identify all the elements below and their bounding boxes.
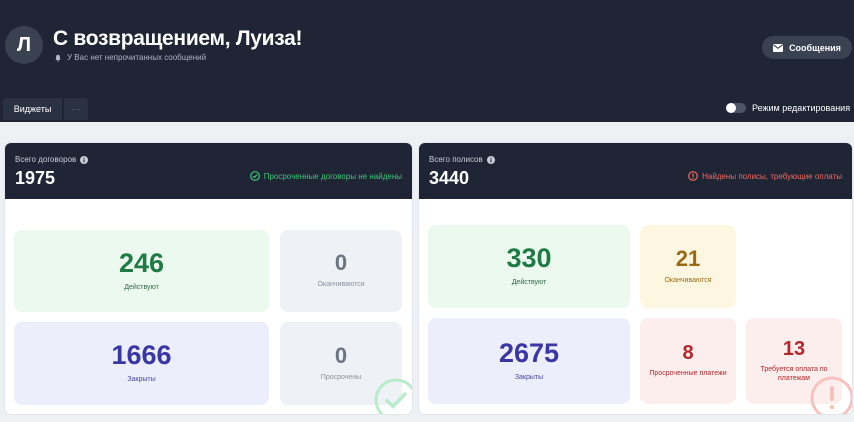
info-icon[interactable] [486, 155, 495, 164]
policies-status: Найдены полисы, требующие оплаты [688, 171, 842, 181]
alert-circle-icon [810, 376, 852, 414]
contracts-label: Всего договоров [15, 155, 89, 164]
card-value: 246 [118, 247, 165, 278]
messages-button-label: Сообщения [789, 42, 841, 53]
card-value: 8 [682, 342, 694, 365]
card-label: Просроченные платежи [649, 370, 727, 378]
card-value: 2675 [498, 337, 560, 368]
contracts-label-text: Всего договоров [15, 155, 77, 164]
avatar[interactable]: Л [5, 26, 43, 64]
contracts-closed-card[interactable]: 1666 Закрыты [14, 322, 269, 405]
top-bar: Л С возвращением, Луиза! У Вас нет непро… [0, 0, 854, 122]
policies-active-card[interactable]: 330 Действуют [428, 225, 630, 308]
card-value: 21 [675, 245, 701, 271]
contracts-active-card[interactable]: 246 Действуют [14, 230, 269, 312]
policies-widget: Всего полисов 3440 Найдены полисы, требу… [419, 143, 852, 414]
card-value: 330 [506, 243, 552, 274]
mail-icon [773, 43, 784, 52]
edit-mode-switch[interactable] [726, 103, 746, 113]
contracts-ending-card[interactable]: 0 Оканчиваются [280, 230, 402, 312]
card-label: Закрыты [514, 373, 544, 381]
policies-ending-card[interactable]: 21 Оканчиваются [640, 225, 736, 308]
check-circle-icon [249, 171, 260, 181]
contracts-total: 1975 [15, 168, 56, 188]
contracts-status-text: Просроченные договоры не найдены [263, 171, 402, 181]
contracts-widget: Всего договоров 1975 Просроченные догово… [5, 143, 412, 414]
info-icon[interactable] [80, 155, 89, 164]
tab-more[interactable]: ··· [64, 98, 88, 120]
contracts-header: Всего договоров 1975 Просроченные догово… [5, 143, 412, 199]
check-circle-icon [374, 378, 412, 414]
edit-mode-toggle[interactable]: Режим редактирования [726, 103, 850, 113]
card-label: Закрыты [127, 376, 156, 384]
policies-label-text: Всего полисов [429, 155, 483, 164]
policies-total: 3440 [429, 168, 470, 188]
alert-circle-icon [688, 171, 699, 181]
policies-label: Всего полисов [429, 155, 495, 164]
messages-button[interactable]: Сообщения [762, 36, 852, 59]
policies-overdue-payments-card[interactable]: 8 Просроченные платежи [640, 318, 736, 404]
bell-icon [55, 54, 61, 62]
card-label: Оканчиваются [664, 276, 712, 284]
edit-mode-label: Режим редактирования [752, 103, 851, 113]
contracts-status: Просроченные договоры не найдены [249, 171, 402, 181]
policies-header: Всего полисов 3440 Найдены полисы, требу… [419, 143, 852, 199]
policies-closed-card[interactable]: 2675 Закрыты [428, 318, 630, 404]
card-label: Действуют [124, 283, 159, 291]
card-value: 13 [782, 337, 806, 360]
card-label: Действуют [511, 279, 547, 287]
page-title: С возвращением, Луиза! [53, 27, 303, 50]
policies-status-text: Найдены полисы, требующие оплаты [702, 171, 842, 181]
card-value: 0 [334, 250, 348, 276]
tab-widgets[interactable]: Виджеты [3, 98, 62, 120]
card-label: Просрочены [320, 373, 362, 381]
card-label: Оканчиваются [317, 281, 365, 289]
card-value: 1666 [111, 340, 172, 371]
notification-status: У Вас нет непрочитанных сообщений [54, 53, 206, 62]
notification-text: У Вас нет непрочитанных сообщений [67, 53, 207, 62]
card-value: 0 [334, 342, 348, 368]
